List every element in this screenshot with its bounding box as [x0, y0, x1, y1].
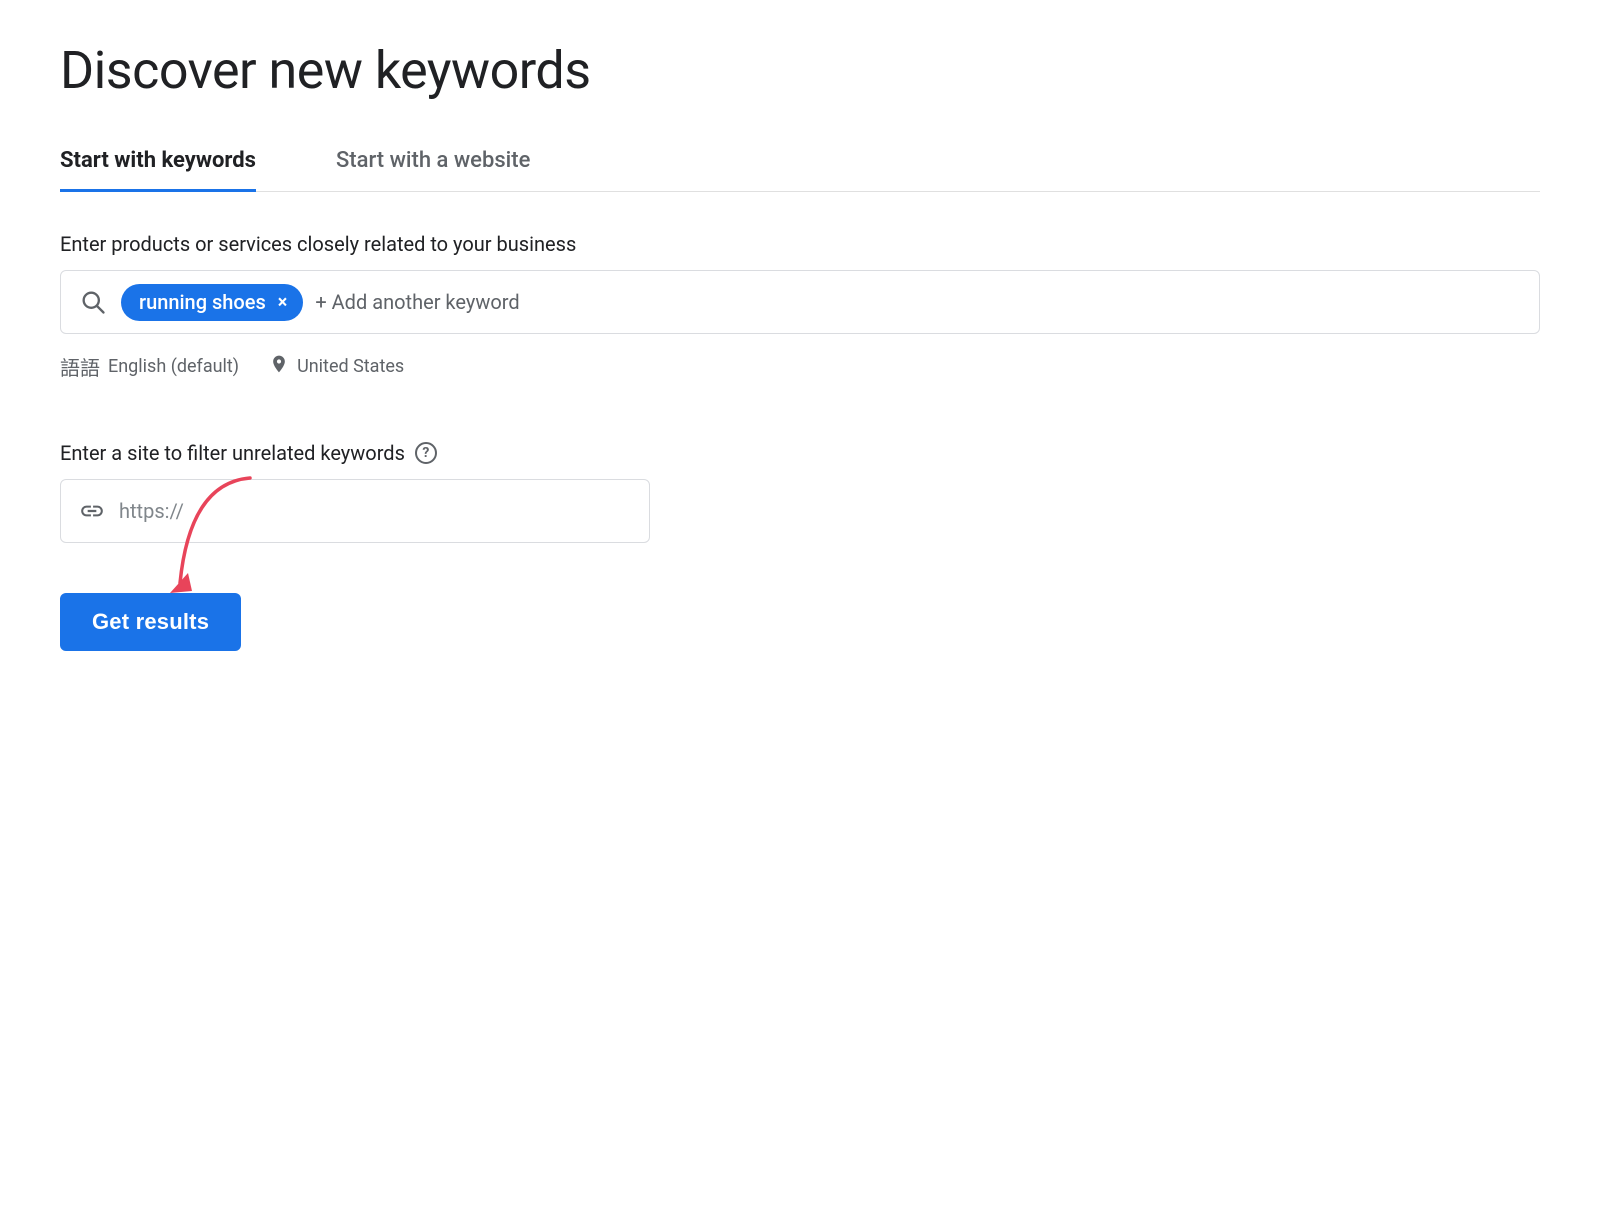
arrow-annotation-container: Get results [60, 593, 241, 651]
chip-text: running shoes [139, 290, 266, 314]
language-setting[interactable]: 語語 English (default) [60, 352, 239, 381]
location-setting[interactable]: United States [269, 354, 404, 379]
site-input-box[interactable]: https:// [60, 479, 650, 543]
chip-close-button[interactable]: × [276, 290, 290, 315]
tab-start-with-keywords[interactable]: Start with keywords [60, 132, 256, 192]
language-icon: 語語 [60, 352, 100, 381]
settings-row: 語語 English (default) United States [60, 352, 1540, 381]
tabs-container: Start with keywords Start with a website [60, 131, 1540, 192]
keyword-search-box[interactable]: running shoes × + Add another keyword [60, 270, 1540, 334]
location-icon [269, 354, 289, 379]
page-title: Discover new keywords [60, 40, 1540, 101]
keyword-chip-running-shoes[interactable]: running shoes × [121, 284, 303, 321]
site-filter-section: Enter a site to filter unrelated keyword… [60, 441, 1540, 465]
link-icon [79, 498, 105, 524]
site-filter-label-text: Enter a site to filter unrelated keyword… [60, 441, 405, 465]
site-input-placeholder[interactable]: https:// [119, 499, 184, 523]
language-label: English (default) [108, 356, 239, 377]
help-icon[interactable]: ? [415, 442, 437, 464]
get-results-button[interactable]: Get results [60, 593, 241, 651]
search-icon [79, 288, 107, 316]
location-label: United States [297, 356, 404, 377]
add-keyword-input[interactable]: + Add another keyword [315, 290, 519, 314]
keywords-section-label: Enter products or services closely relat… [60, 232, 1540, 256]
tab-start-with-website[interactable]: Start with a website [336, 132, 530, 192]
